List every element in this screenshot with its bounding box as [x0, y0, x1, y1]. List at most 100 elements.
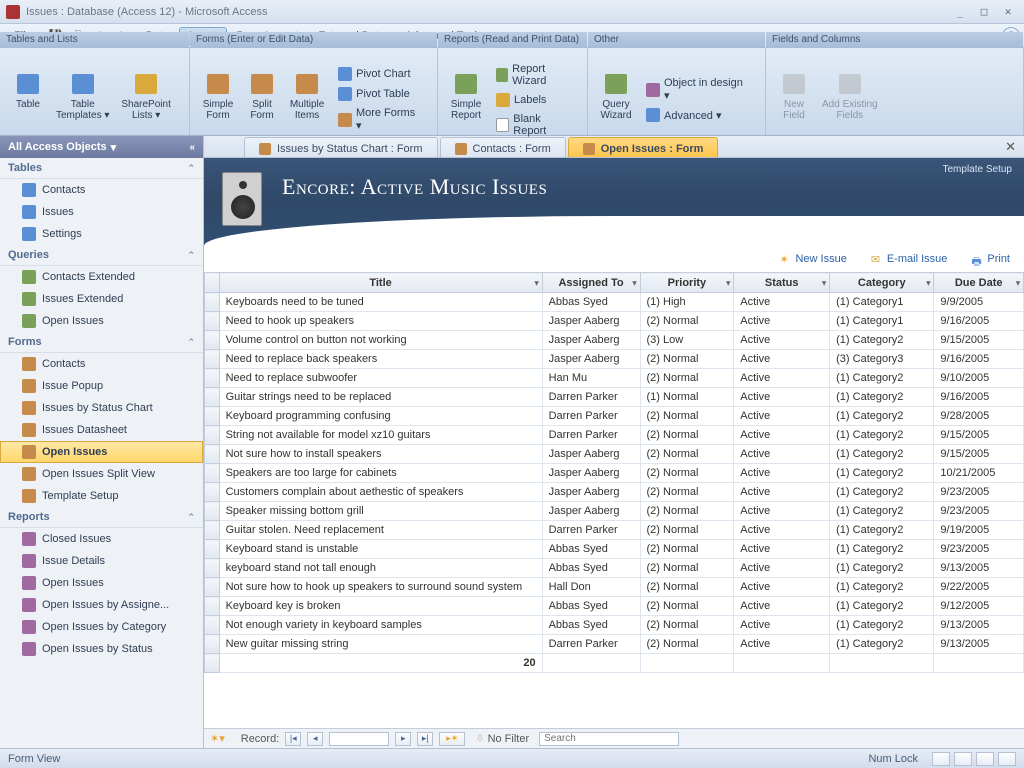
row-selector[interactable]: [205, 369, 220, 388]
cell-priority[interactable]: (2) Normal: [640, 445, 734, 464]
tab-open-issues[interactable]: Open Issues : Form: [568, 137, 719, 157]
cell-category[interactable]: (1) Category2: [830, 559, 934, 578]
cell-due[interactable]: 9/23/2005: [934, 540, 1024, 559]
ribbon-advanced[interactable]: Advanced ▾: [642, 106, 755, 124]
ribbon-pivot-table[interactable]: Pivot Table: [334, 85, 427, 103]
ribbon-multiple-items[interactable]: Multiple Items: [284, 68, 330, 131]
cell-priority[interactable]: (1) Normal: [640, 388, 734, 407]
col-status[interactable]: Status▾: [734, 273, 830, 293]
tab-status-chart[interactable]: Issues by Status Chart : Form: [244, 137, 438, 157]
table-row[interactable]: String not available for model xz10 guit…: [205, 426, 1024, 445]
nav-item[interactable]: Contacts Extended: [0, 266, 203, 288]
cell-title[interactable]: Need to hook up speakers: [219, 312, 542, 331]
cell-assigned[interactable]: Abbas Syed: [542, 597, 640, 616]
print-link[interactable]: 🖶Print: [971, 253, 1010, 265]
cell-status[interactable]: Active: [734, 445, 830, 464]
cell-title[interactable]: Not enough variety in keyboard samples: [219, 616, 542, 635]
cell-priority[interactable]: (2) Normal: [640, 312, 734, 331]
table-row[interactable]: Not sure how to install speakers Jasper …: [205, 445, 1024, 464]
cell-category[interactable]: (1) Category2: [830, 407, 934, 426]
row-selector[interactable]: [205, 578, 220, 597]
nav-category[interactable]: Queries⌃: [0, 245, 203, 266]
cell-assigned[interactable]: Jasper Aaberg: [542, 350, 640, 369]
ribbon-table[interactable]: Table: [6, 68, 50, 131]
cell-title[interactable]: Guitar stolen. Need replacement: [219, 521, 542, 540]
nav-header[interactable]: All Access Objects ▾ «: [0, 136, 203, 158]
nav-item[interactable]: Open Issues: [0, 310, 203, 332]
cell-category[interactable]: (1) Category2: [830, 426, 934, 445]
cell-status[interactable]: Active: [734, 616, 830, 635]
cell-status[interactable]: Active: [734, 635, 830, 654]
template-setup-link[interactable]: Template Setup: [943, 164, 1013, 175]
new-record-icon[interactable]: ✶▾: [210, 732, 225, 745]
close-button[interactable]: ✕: [998, 4, 1018, 20]
nav-item[interactable]: Open Issues: [0, 572, 203, 594]
cell-assigned[interactable]: Jasper Aaberg: [542, 483, 640, 502]
table-row[interactable]: Need to hook up speakers Jasper Aaberg (…: [205, 312, 1024, 331]
collapse-nav-icon[interactable]: «: [189, 142, 195, 153]
cell-category[interactable]: (3) Category3: [830, 350, 934, 369]
maximize-button[interactable]: □: [974, 4, 994, 20]
row-selector[interactable]: [205, 464, 220, 483]
cell-title[interactable]: String not available for model xz10 guit…: [219, 426, 542, 445]
cell-status[interactable]: Active: [734, 578, 830, 597]
data-table[interactable]: Title▾ Assigned To▾ Priority▾ Status▾ Ca…: [204, 272, 1024, 728]
table-row[interactable]: Not sure how to hook up speakers to surr…: [205, 578, 1024, 597]
table-row[interactable]: Volume control on button not working Jas…: [205, 331, 1024, 350]
table-row[interactable]: Keyboards need to be tuned Abbas Syed (1…: [205, 293, 1024, 312]
cell-status[interactable]: Active: [734, 597, 830, 616]
cell-status[interactable]: Active: [734, 540, 830, 559]
nav-item[interactable]: Issue Details: [0, 550, 203, 572]
row-selector[interactable]: [205, 312, 220, 331]
row-selector[interactable]: [205, 483, 220, 502]
cell-due[interactable]: 9/28/2005: [934, 407, 1024, 426]
nav-item[interactable]: Issue Popup: [0, 375, 203, 397]
datasheet-view-button[interactable]: [954, 752, 972, 766]
table-row[interactable]: Keyboard programming confusing Darren Pa…: [205, 407, 1024, 426]
cell-status[interactable]: Active: [734, 559, 830, 578]
cell-priority[interactable]: (2) Normal: [640, 483, 734, 502]
cell-assigned[interactable]: Darren Parker: [542, 426, 640, 445]
ribbon-table-templates[interactable]: Table Templates ▾: [50, 68, 115, 131]
cell-due[interactable]: 9/9/2005: [934, 293, 1024, 312]
cell-priority[interactable]: (2) Normal: [640, 369, 734, 388]
cell-title[interactable]: Not sure how to install speakers: [219, 445, 542, 464]
cell-category[interactable]: (1) Category2: [830, 502, 934, 521]
cell-assigned[interactable]: Jasper Aaberg: [542, 502, 640, 521]
row-selector-header[interactable]: [205, 273, 220, 293]
cell-priority[interactable]: (2) Normal: [640, 407, 734, 426]
cell-title[interactable]: Keyboard stand is unstable: [219, 540, 542, 559]
cell-title[interactable]: New guitar missing string: [219, 635, 542, 654]
table-row[interactable]: Customers complain about aethestic of sp…: [205, 483, 1024, 502]
nav-item[interactable]: Contacts: [0, 179, 203, 201]
nav-item[interactable]: Open Issues Split View: [0, 463, 203, 485]
ribbon-more-forms[interactable]: More Forms ▾: [334, 105, 427, 134]
cell-priority[interactable]: (2) Normal: [640, 597, 734, 616]
cell-due[interactable]: 9/15/2005: [934, 426, 1024, 445]
cell-priority[interactable]: (2) Normal: [640, 464, 734, 483]
row-selector[interactable]: [205, 502, 220, 521]
cell-title[interactable]: Keyboard programming confusing: [219, 407, 542, 426]
record-number-input[interactable]: [329, 732, 389, 746]
ribbon-labels[interactable]: Labels: [492, 91, 577, 109]
table-row[interactable]: keyboard stand not tall enough Abbas Sye…: [205, 559, 1024, 578]
table-row[interactable]: Guitar strings need to be replaced Darre…: [205, 388, 1024, 407]
cell-priority[interactable]: (1) High: [640, 293, 734, 312]
cell-assigned[interactable]: Jasper Aaberg: [542, 312, 640, 331]
cell-priority[interactable]: (2) Normal: [640, 578, 734, 597]
cell-priority[interactable]: (2) Normal: [640, 502, 734, 521]
row-selector[interactable]: [205, 616, 220, 635]
nav-item[interactable]: Settings: [0, 223, 203, 245]
nav-item[interactable]: Open Issues by Status: [0, 638, 203, 660]
cell-due[interactable]: 9/10/2005: [934, 369, 1024, 388]
cell-category[interactable]: (1) Category2: [830, 597, 934, 616]
cell-assigned[interactable]: Abbas Syed: [542, 559, 640, 578]
cell-category[interactable]: (1) Category1: [830, 293, 934, 312]
nav-category[interactable]: Tables⌃: [0, 158, 203, 179]
cell-title[interactable]: Keyboards need to be tuned: [219, 293, 542, 312]
cell-due[interactable]: 9/23/2005: [934, 502, 1024, 521]
row-selector[interactable]: [205, 350, 220, 369]
table-row[interactable]: Keyboard stand is unstable Abbas Syed (2…: [205, 540, 1024, 559]
first-record-button[interactable]: |◂: [285, 732, 301, 746]
nav-item[interactable]: Contacts: [0, 353, 203, 375]
